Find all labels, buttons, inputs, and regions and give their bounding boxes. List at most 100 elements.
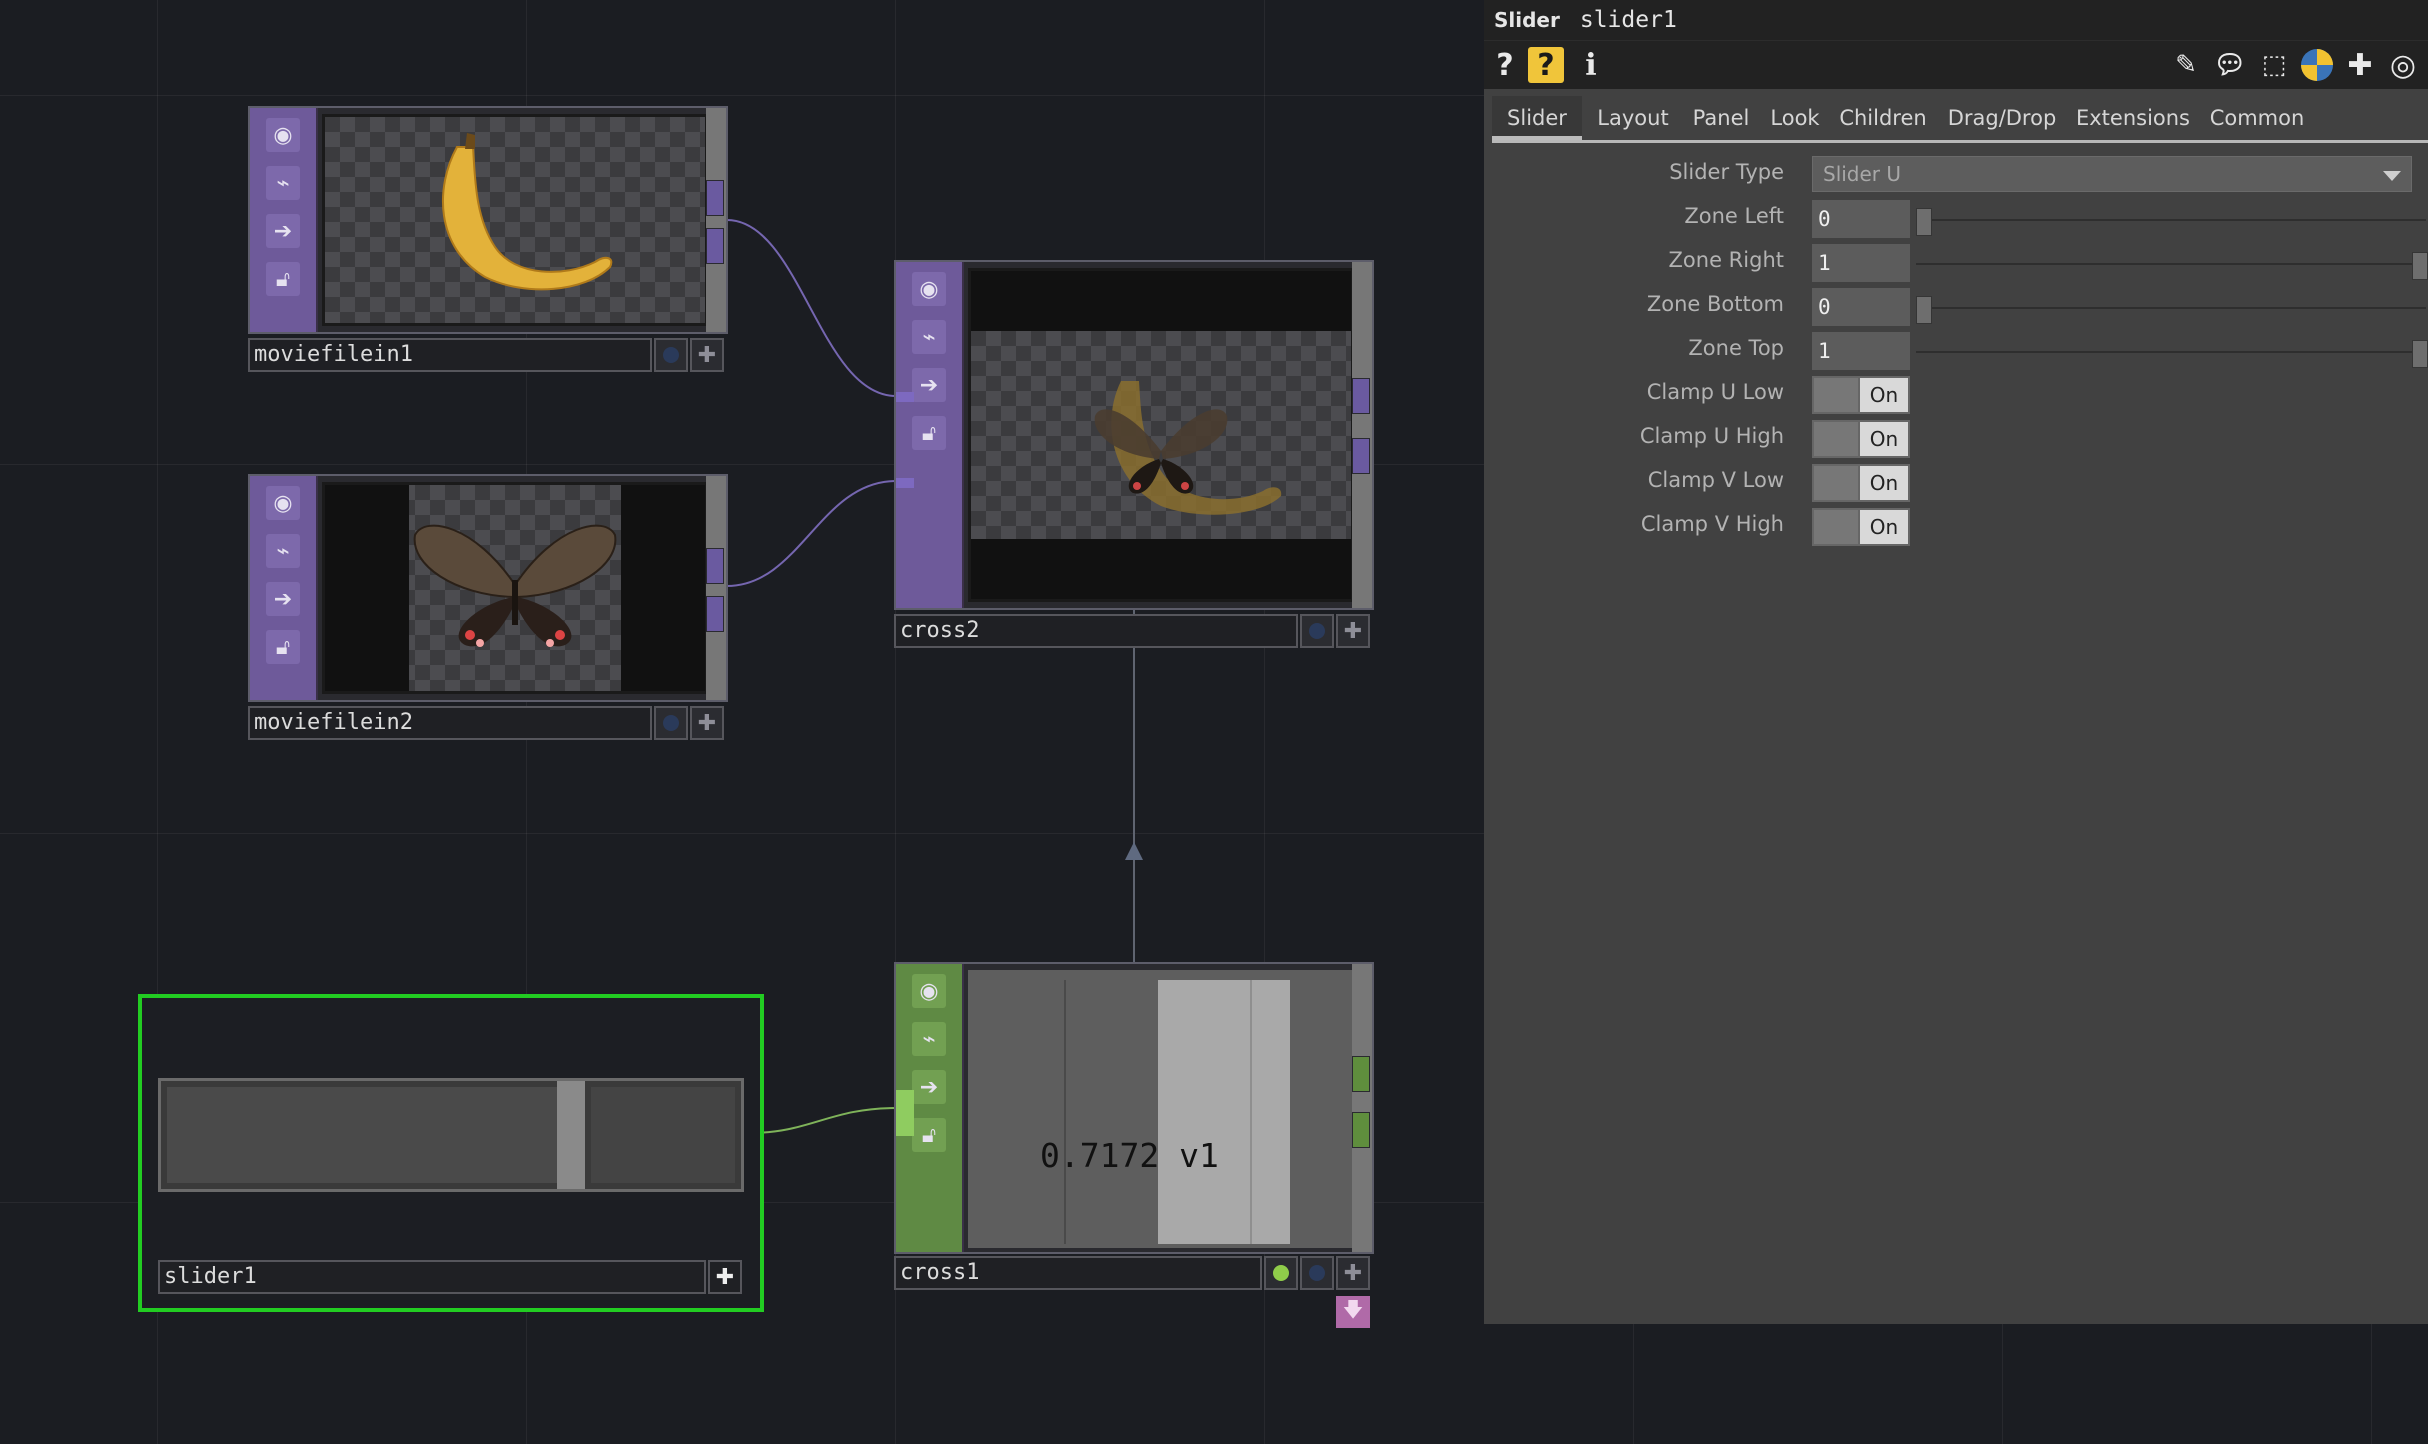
node-viewer-toggle[interactable]: [1300, 614, 1334, 648]
node-plus-icon[interactable]: ✚: [1336, 614, 1370, 648]
node-name-label[interactable]: cross1: [894, 1256, 1262, 1290]
cook-icon[interactable]: ⌁: [912, 320, 946, 354]
tab-drag-drop[interactable]: Drag/Drop: [1942, 96, 2062, 140]
operator-type: Slider: [1494, 8, 1560, 32]
node-name-label[interactable]: moviefilein1: [248, 338, 652, 372]
node-viewer-toggle[interactable]: [1300, 1256, 1334, 1290]
clamp-u-high-toggle[interactable]: On: [1812, 420, 1910, 458]
output-connector[interactable]: [706, 548, 724, 584]
node-viewer[interactable]: [322, 114, 708, 326]
node-slider1[interactable]: slider1 ✚: [138, 994, 764, 1312]
tab-layout[interactable]: Layout: [1590, 96, 1676, 140]
param-slider-track[interactable]: [1916, 219, 2426, 221]
node-plus-icon[interactable]: ✚: [690, 706, 724, 740]
output-connector[interactable]: [1352, 1056, 1370, 1092]
wire-moviefilein2-cross2[interactable]: [726, 480, 897, 587]
zone-top-field[interactable]: 1: [1812, 332, 1910, 370]
bypass-icon[interactable]: ➔: [912, 368, 946, 402]
param-slider-thumb[interactable]: [1916, 296, 1932, 324]
tab-extensions[interactable]: Extensions: [2072, 96, 2194, 140]
node-cross2[interactable]: ◉ ⌁ ➔ 🔓︎ cross2 ✚: [894, 260, 1374, 648]
down-arrow-icon[interactable]: 🡇: [1336, 1296, 1370, 1328]
input-connector[interactable]: [896, 478, 914, 488]
node-name-label[interactable]: cross2: [894, 614, 1298, 648]
zone-right-field[interactable]: 1: [1812, 244, 1910, 282]
slider-type-dropdown[interactable]: Slider U: [1812, 156, 2412, 192]
pencil-icon[interactable]: ✎: [2168, 47, 2204, 83]
cook-icon[interactable]: ⌁: [266, 166, 300, 200]
param-slider-thumb[interactable]: [1916, 208, 1932, 236]
parameter-panel: Slider slider1 ? ? i ✎ 💬︎ ⬚ ✚ ◎ Slider L…: [1484, 0, 2428, 1324]
operator-name[interactable]: slider1: [1580, 7, 1677, 33]
clamp-v-high-toggle[interactable]: On: [1812, 508, 1910, 546]
operator-help-icon[interactable]: ?: [1528, 47, 1564, 83]
param-zone-top: Zone Top 1: [1484, 332, 2428, 370]
output-connector[interactable]: [1352, 1112, 1370, 1148]
python-icon[interactable]: [2298, 47, 2336, 83]
node-viewer-toggle[interactable]: [654, 706, 688, 740]
param-slider-track[interactable]: [1916, 307, 2426, 309]
bypass-icon[interactable]: ➔: [912, 1070, 946, 1104]
lock-icon[interactable]: 🔓︎: [266, 630, 300, 664]
lock-icon[interactable]: 🔓︎: [912, 416, 946, 450]
output-connector[interactable]: [1352, 378, 1370, 414]
bypass-icon[interactable]: ➔: [266, 582, 300, 616]
wire-moviefilein1-cross2[interactable]: [726, 219, 897, 397]
input-connector[interactable]: [896, 392, 914, 402]
slider-handle[interactable]: [556, 1081, 585, 1189]
output-connector[interactable]: [706, 228, 724, 264]
node-plus-icon[interactable]: ✚: [1336, 1256, 1370, 1290]
target-icon[interactable]: ◎: [2384, 47, 2422, 83]
cook-icon[interactable]: ⌁: [266, 534, 300, 568]
chop-viewer[interactable]: 0.7172 v1: [968, 970, 1354, 1248]
comment-icon[interactable]: 💬︎: [2210, 47, 2250, 83]
output-connector[interactable]: [706, 596, 724, 632]
plus-icon[interactable]: ✚: [2342, 47, 2378, 83]
channel-name: v1: [1179, 1136, 1219, 1175]
node-moviefilein2[interactable]: ◉ ⌁ ➔ 🔓︎ moviefilein2 ✚: [248, 474, 728, 740]
viewer-icon[interactable]: ◉: [266, 486, 300, 520]
zone-left-field[interactable]: 0: [1812, 200, 1910, 238]
viewer-icon[interactable]: ◉: [912, 974, 946, 1008]
tab-panel[interactable]: Panel: [1684, 96, 1758, 140]
slider-widget[interactable]: [158, 1078, 744, 1192]
lock-icon[interactable]: 🔓︎: [266, 262, 300, 296]
cook-icon[interactable]: ⌁: [912, 1022, 946, 1056]
tab-common[interactable]: Common: [2204, 96, 2310, 140]
node-active-indicator[interactable]: [1264, 1256, 1298, 1290]
param-slider-thumb[interactable]: [2412, 252, 2428, 280]
param-label: Clamp V High: [1640, 512, 1784, 536]
clamp-v-low-toggle[interactable]: On: [1812, 464, 1910, 502]
info-icon[interactable]: i: [1578, 47, 1604, 83]
node-moviefilein1[interactable]: ◉ ⌁ ➔ 🔓︎ moviefilein1 ✚: [248, 106, 728, 372]
clamp-u-low-toggle[interactable]: On: [1812, 376, 1910, 414]
viewer-icon[interactable]: ◉: [266, 118, 300, 152]
input-connector[interactable]: [896, 1090, 914, 1136]
output-connector[interactable]: [706, 180, 724, 216]
wire-slider1-cross1[interactable]: [749, 1107, 897, 1134]
help-icon[interactable]: ?: [1492, 47, 1518, 83]
lock-icon[interactable]: 🔓︎: [912, 1118, 946, 1152]
node-name-label[interactable]: slider1: [158, 1260, 706, 1294]
clone-icon[interactable]: ⬚: [2254, 47, 2294, 83]
node-viewer-toggle[interactable]: [654, 338, 688, 372]
node-viewer[interactable]: [968, 268, 1354, 602]
output-connector[interactable]: [1352, 438, 1370, 474]
viewer-icon[interactable]: ◉: [912, 272, 946, 306]
tab-slider[interactable]: Slider: [1492, 96, 1582, 140]
node-cross1[interactable]: ◉ ⌁ ➔ 🔓︎ 0.7172 v1 cross1 ✚ 🡇: [894, 962, 1374, 1328]
node-name-label[interactable]: moviefilein2: [248, 706, 652, 740]
node-plus-icon[interactable]: ✚: [708, 1260, 742, 1294]
banana-image: [441, 133, 613, 291]
param-slider-thumb[interactable]: [2412, 340, 2428, 368]
bypass-icon[interactable]: ➔: [266, 214, 300, 248]
tab-children[interactable]: Children: [1834, 96, 1932, 140]
zone-bottom-field[interactable]: 0: [1812, 288, 1910, 326]
node-plus-icon[interactable]: ✚: [690, 338, 724, 372]
param-slider-track[interactable]: [1916, 263, 2426, 265]
tab-look[interactable]: Look: [1764, 96, 1826, 140]
param-slider-track[interactable]: [1916, 351, 2426, 353]
node-output-strip: [706, 476, 726, 700]
node-viewer[interactable]: [322, 482, 708, 694]
export-arrow-icon: [1125, 842, 1143, 860]
